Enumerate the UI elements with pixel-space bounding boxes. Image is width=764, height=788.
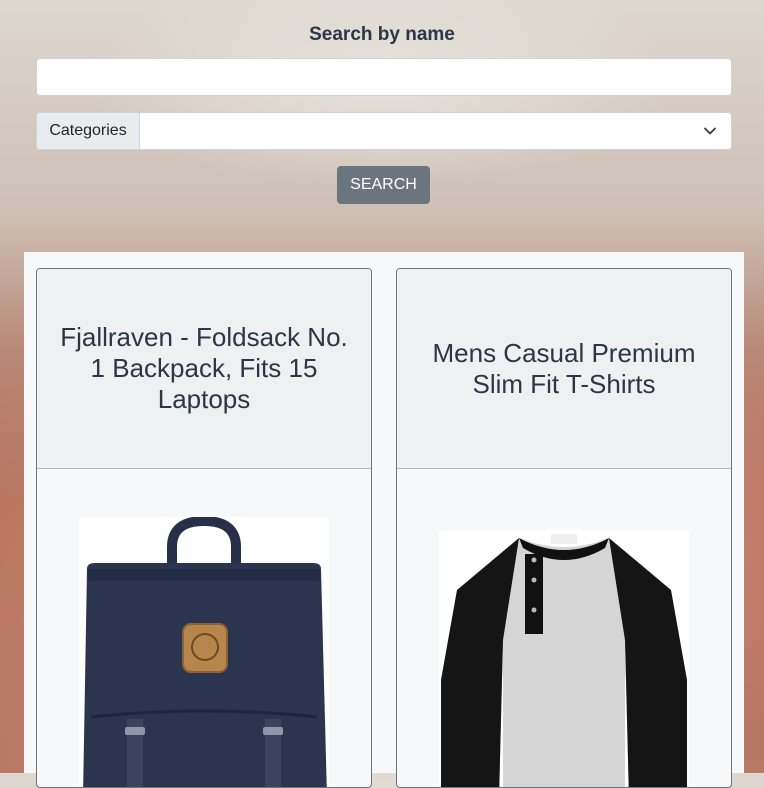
product-title: Fjallraven - Foldsack No. 1 Backpack, Fi… — [37, 269, 371, 469]
categories-select[interactable] — [140, 113, 731, 149]
product-title: Mens Casual Premium Slim Fit T-Shirts — [397, 269, 731, 469]
product-card[interactable]: Fjallraven - Foldsack No. 1 Backpack, Fi… — [36, 268, 372, 788]
search-button[interactable]: SEARCH — [337, 166, 430, 204]
search-name-input[interactable] — [36, 58, 732, 96]
categories-label: Categories — [37, 113, 140, 149]
tshirt-image — [439, 530, 689, 787]
product-card[interactable]: Mens Casual Premium Slim Fit T-Shirts — [396, 268, 732, 788]
product-list: Fjallraven - Foldsack No. 1 Backpack, Fi… — [24, 252, 744, 788]
chevron-down-icon — [704, 127, 716, 135]
backpack-image — [79, 517, 329, 787]
categories-group: Categories — [36, 112, 732, 150]
search-form: Search by name Categories SEARCH — [0, 0, 764, 250]
search-title: Search by name — [309, 24, 455, 45]
